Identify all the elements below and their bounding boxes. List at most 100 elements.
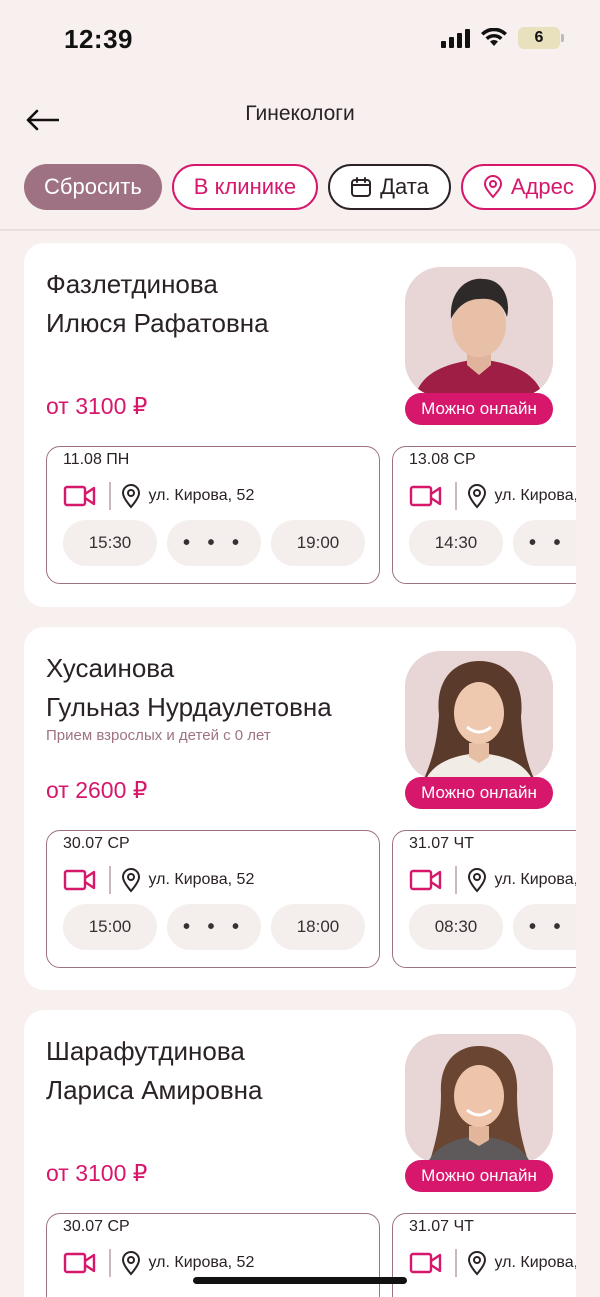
chip-label: Дата	[380, 174, 429, 199]
time-options: 15:30 • • • 19:00	[63, 520, 365, 566]
date-filter-chip[interactable]: Дата	[328, 164, 451, 210]
time-options: 15:00 • • • 18:00	[63, 904, 365, 950]
time-slot-button[interactable]: 19:00	[271, 520, 365, 566]
slot-address: ул. Кирова, 52	[148, 487, 255, 504]
online-available-badge: Можно онлайн	[405, 1160, 553, 1192]
slot-card[interactable]: 31.07 ЧТ ул. Кирова, 52	[392, 1213, 576, 1297]
location-pin-icon	[121, 484, 140, 509]
video-camera-icon[interactable]	[63, 1250, 97, 1276]
video-camera-icon[interactable]	[409, 867, 443, 893]
doctor-photo[interactable]	[405, 651, 553, 781]
doctor-note: Прием взрослых и детей с 0 лет	[46, 727, 271, 744]
battery-level: 6	[534, 29, 544, 46]
more-times-button[interactable]: • • •	[513, 520, 576, 566]
doctor-surname: Фазлетдинова	[46, 269, 218, 299]
doctor-name: Фазлетдинова Илюся Рафатовна	[46, 265, 386, 343]
slot-date: 31.07 ЧТ	[409, 835, 474, 852]
location-pin-icon	[467, 484, 486, 509]
doctor-card[interactable]: Фазлетдинова Илюся Рафатовна от 3100 ₽ М…	[24, 243, 576, 607]
slot-address: ул. Кирова, 52	[494, 871, 577, 888]
battery-icon: 6	[518, 27, 564, 49]
time-slot-button[interactable]: 18:00	[271, 904, 365, 950]
time-options: 08:30 • • •	[409, 904, 576, 950]
appointment-slots: 30.07 СР ул. Кирова, 52 15:00 • • • 18:0…	[46, 830, 576, 970]
video-camera-icon[interactable]	[63, 483, 97, 509]
status-bar: 12:39 6	[0, 0, 600, 80]
time-slot-button[interactable]: 14:30	[409, 520, 503, 566]
icon-divider	[109, 866, 111, 894]
slot-card[interactable]: 30.07 СР ул. Кирова, 52	[46, 1213, 380, 1297]
location-pin-icon	[121, 1251, 140, 1276]
home-indicator[interactable]	[193, 1277, 407, 1284]
slot-date: 30.07 СР	[63, 1218, 130, 1235]
chip-label: Сбросить	[44, 174, 142, 199]
video-camera-icon[interactable]	[63, 867, 97, 893]
slot-date: 31.07 ЧТ	[409, 1218, 474, 1235]
doctor-name: Шарафутдинова Лариса Амировна	[46, 1032, 386, 1110]
location-pin-icon	[483, 175, 502, 199]
doctor-price: от 3100 ₽	[46, 1160, 148, 1186]
appointment-slots: 11.08 ПН ул. Кирова, 52 15:30 • • • 19:0…	[46, 446, 576, 586]
doctor-name: Хусаинова Гульназ Нурдаулетовна	[46, 649, 386, 727]
more-times-button[interactable]: • • •	[513, 904, 576, 950]
time-slot-button[interactable]: 15:30	[63, 520, 157, 566]
slot-options: ул. Кирова, 52	[409, 479, 576, 513]
slot-options: ул. Кирова, 52	[63, 479, 254, 513]
time-options: 14:30 • • •	[409, 520, 576, 566]
slot-address: ул. Кирова, 52	[148, 871, 255, 888]
slot-address: ул. Кирова, 52	[494, 487, 577, 504]
doctor-card[interactable]: Хусаинова Гульназ Нурдаулетовна Прием вз…	[24, 627, 576, 990]
wifi-icon	[481, 28, 507, 46]
slot-card[interactable]: 13.08 СР ул. Кирова, 52 14:30 • • •	[392, 446, 576, 584]
video-camera-icon[interactable]	[409, 483, 443, 509]
slot-options: ул. Кирова, 52	[409, 1246, 576, 1280]
doctor-card[interactable]: Шарафутдинова Лариса Амировна от 3100 ₽ …	[24, 1010, 576, 1297]
doctor-given-name: Гульназ Нурдаулетовна	[46, 692, 332, 722]
online-available-badge: Можно онлайн	[405, 393, 553, 425]
address-filter-chip[interactable]: Адрес	[460, 164, 596, 210]
doctor-surname: Хусаинова	[46, 653, 175, 683]
status-time: 12:39	[64, 24, 133, 54]
page-title: Гинекологи	[245, 102, 355, 125]
slot-card[interactable]: 30.07 СР ул. Кирова, 52 15:00 • • • 18:0…	[46, 830, 380, 968]
video-camera-icon[interactable]	[409, 1250, 443, 1276]
doctor-surname: Шарафутдинова	[46, 1036, 245, 1066]
icon-divider	[109, 1249, 111, 1277]
slot-date: 11.08 ПН	[63, 451, 130, 468]
chip-label: Адрес	[510, 174, 574, 199]
slot-card[interactable]: 11.08 ПН ул. Кирова, 52 15:30 • • • 19:0…	[46, 446, 380, 584]
doctor-price: от 2600 ₽	[46, 777, 148, 803]
online-available-badge: Можно онлайн	[405, 777, 553, 809]
icon-divider	[455, 1249, 457, 1277]
location-pin-icon	[121, 868, 140, 893]
cellular-signal-icon	[441, 28, 470, 48]
filter-chips: Сбросить В клинике Дата Адрес	[24, 164, 596, 212]
more-times-button[interactable]: • • •	[167, 904, 261, 950]
slot-date: 30.07 СР	[63, 835, 130, 852]
doctor-given-name: Лариса Амировна	[46, 1075, 263, 1105]
header-divider	[0, 229, 600, 231]
doctor-photo[interactable]	[405, 1034, 553, 1164]
reset-filter-chip[interactable]: Сбросить	[24, 164, 162, 210]
slot-card[interactable]: 31.07 ЧТ ул. Кирова, 52 08:30 • • •	[392, 830, 576, 968]
slot-options: ул. Кирова, 52	[63, 1246, 254, 1280]
doctor-price: от 3100 ₽	[46, 393, 148, 419]
slot-options: ул. Кирова, 52	[63, 863, 254, 897]
more-times-button[interactable]: • • •	[167, 520, 261, 566]
in-clinic-filter-chip[interactable]: В клинике	[171, 164, 319, 210]
location-pin-icon	[467, 1251, 486, 1276]
icon-divider	[109, 482, 111, 510]
slot-address: ул. Кирова, 52	[148, 1254, 255, 1271]
slot-options: ул. Кирова, 52	[409, 863, 576, 897]
time-slot-button[interactable]: 08:30	[409, 904, 503, 950]
appointment-slots: 30.07 СР ул. Кирова, 52 31.07 ЧТ ул. Кир…	[46, 1213, 576, 1297]
status-icons: 6	[441, 27, 564, 49]
calendar-icon	[351, 177, 372, 197]
doctor-given-name: Илюся Рафатовна	[46, 308, 269, 338]
doctor-photo[interactable]	[405, 267, 553, 397]
slot-date: 13.08 СР	[409, 451, 476, 468]
location-pin-icon	[467, 868, 486, 893]
icon-divider	[455, 866, 457, 894]
time-slot-button[interactable]: 15:00	[63, 904, 157, 950]
slot-address: ул. Кирова, 52	[494, 1254, 577, 1271]
